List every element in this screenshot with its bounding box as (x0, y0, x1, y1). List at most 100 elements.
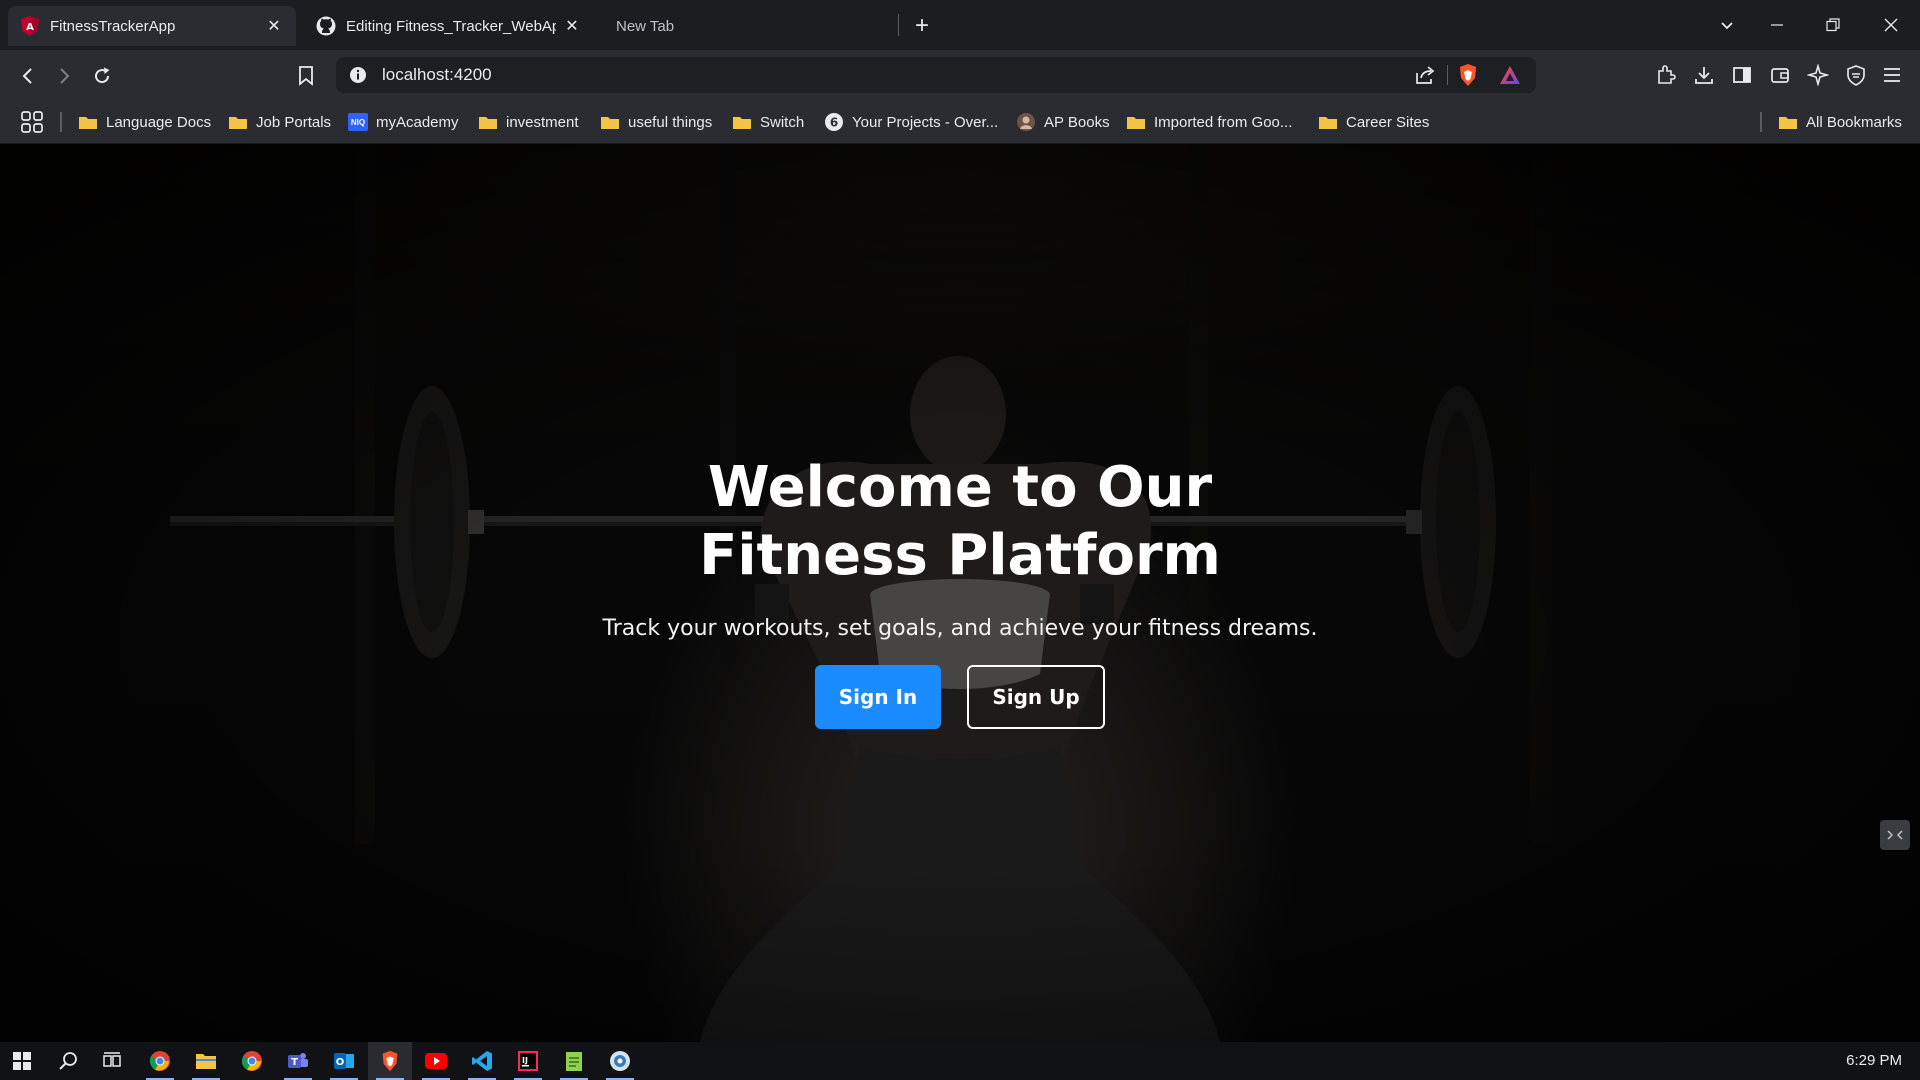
close-window-icon[interactable] (1876, 10, 1906, 40)
bookmark-label: Career Sites (1346, 113, 1430, 131)
bookmark-label: AP Books (1044, 113, 1110, 131)
apps-grid-icon[interactable] (20, 110, 44, 134)
tab-title: New Tab (616, 17, 675, 35)
bookmark-label: Job Portals (256, 113, 332, 131)
brave-rewards-icon[interactable] (1498, 63, 1522, 87)
share-icon[interactable] (1414, 64, 1436, 86)
hero-section: Welcome to Our Fitness Platform Track yo… (0, 454, 1920, 729)
back-icon[interactable] (14, 62, 42, 90)
minimize-icon[interactable] (1762, 10, 1792, 40)
bookmark-ap-books[interactable]: AP Books (1016, 108, 1110, 136)
svg-text:A: A (26, 22, 34, 33)
close-icon[interactable]: ✕ (264, 16, 284, 36)
vscode-icon[interactable] (460, 1042, 504, 1080)
six-icon: 6 (824, 113, 844, 131)
hero-title: Welcome to Our Fitness Platform (699, 455, 1221, 588)
hero-subtitle: Track your workouts, set goals, and achi… (602, 616, 1318, 641)
forward-icon[interactable] (50, 62, 78, 90)
browser-tab-strip: A FitnessTrackerApp ✕ Editing Fitness_Tr… (0, 0, 1920, 50)
app-icon[interactable] (598, 1042, 642, 1080)
tab-github-editing[interactable]: Editing Fitness_Tracker_WebApp ✕ (304, 6, 594, 46)
folder-icon (1318, 114, 1338, 130)
bookmark-imported-from-google[interactable]: Imported from Goo... (1126, 108, 1292, 136)
chrome-icon[interactable] (138, 1042, 182, 1080)
search-icon[interactable] (46, 1042, 90, 1080)
bookmark-career-sites[interactable]: Career Sites (1318, 108, 1429, 136)
folder-icon (228, 114, 248, 130)
brave-icon[interactable] (368, 1042, 412, 1080)
chrome-icon[interactable] (230, 1042, 274, 1080)
tab-new-tab[interactable]: New Tab (604, 6, 894, 46)
bookmark-divider (1760, 112, 1762, 132)
bookmarks-bar: Language Docs Job Portals NIQ myAcademy … (0, 100, 1920, 144)
bookmark-myacademy[interactable]: NIQ myAcademy (348, 108, 459, 136)
github-icon (316, 16, 336, 36)
svg-text:IJ: IJ (522, 1056, 528, 1065)
bookmark-investment[interactable]: investment (478, 108, 579, 136)
bookmark-switch[interactable]: Switch (732, 108, 804, 136)
avatar-icon (1016, 113, 1036, 131)
sidebar-icon[interactable] (1730, 63, 1754, 87)
bookmark-icon[interactable] (292, 62, 320, 90)
menu-icon[interactable] (1880, 63, 1904, 87)
bookmark-divider (60, 112, 62, 132)
bookmark-label: useful things (628, 113, 713, 131)
restore-icon[interactable] (1818, 10, 1848, 40)
tab-fitness-tracker-app[interactable]: A FitnessTrackerApp ✕ (8, 6, 296, 46)
address-bar[interactable]: localhost:4200 (336, 57, 1536, 93)
folder-icon (732, 114, 752, 130)
task-view-icon[interactable] (90, 1042, 134, 1080)
new-tab-button[interactable]: + (908, 12, 936, 40)
address-divider (1447, 65, 1448, 85)
bookmark-label: Language Docs (106, 113, 212, 131)
brave-shields-icon[interactable] (1456, 63, 1480, 87)
bookmark-language-docs[interactable]: Language Docs (78, 108, 211, 136)
tab-search-chevron-icon[interactable] (1712, 10, 1742, 40)
intellij-icon[interactable]: IJ (506, 1042, 550, 1080)
bookmark-label: Your Projects - Over... (852, 113, 999, 131)
svg-text:6: 6 (830, 116, 838, 130)
hero-actions: Sign In Sign Up (0, 665, 1920, 729)
angular-icon: A (20, 16, 40, 36)
bookmark-job-portals[interactable]: Job Portals (228, 108, 331, 136)
svg-text:O: O (336, 1057, 345, 1068)
tab-title: FitnessTrackerApp (50, 17, 176, 35)
youtube-icon[interactable] (414, 1042, 458, 1080)
folder-icon (1126, 114, 1146, 130)
outlook-icon[interactable]: O (322, 1042, 366, 1080)
windows-taskbar: T O IJ 6:29 PM (0, 1042, 1920, 1080)
vpn-shield-icon[interactable] (1844, 63, 1868, 87)
svg-text:T: T (291, 1057, 298, 1068)
bookmark-label: All Bookmarks (1806, 113, 1902, 131)
wallet-icon[interactable] (1768, 63, 1792, 87)
browser-toolbar: localhost:4200 (0, 50, 1920, 100)
sign-in-button[interactable]: Sign In (815, 665, 941, 729)
teams-icon[interactable]: T (276, 1042, 320, 1080)
folder-icon (78, 114, 98, 130)
tab-divider (898, 14, 899, 36)
tab-title: Editing Fitness_Tracker_WebApp (346, 17, 556, 35)
leo-ai-icon[interactable] (1806, 63, 1830, 87)
folder-icon (600, 114, 620, 130)
collapse-widget-icon[interactable] (1880, 820, 1910, 850)
notepad-icon[interactable] (552, 1042, 596, 1080)
folder-icon (478, 114, 498, 130)
site-info-icon[interactable] (348, 65, 368, 85)
bookmark-your-projects[interactable]: 6 Your Projects - Over... (824, 108, 998, 136)
page-viewport: Welcome to Our Fitness Platform Track yo… (0, 144, 1920, 1042)
bookmark-all-bookmarks[interactable]: All Bookmarks (1778, 108, 1902, 136)
folder-icon (1778, 114, 1798, 130)
sign-up-button[interactable]: Sign Up (967, 665, 1105, 729)
start-icon[interactable] (0, 1042, 44, 1080)
bookmark-label: Imported from Goo... (1154, 113, 1293, 131)
bookmark-label: Switch (760, 113, 805, 131)
file-explorer-icon[interactable] (184, 1042, 228, 1080)
close-icon[interactable]: ✕ (562, 16, 582, 36)
bookmark-label: investment (506, 113, 579, 131)
taskbar-clock[interactable]: 6:29 PM (1846, 1052, 1902, 1069)
bookmark-useful-things[interactable]: useful things (600, 108, 712, 136)
extensions-icon[interactable] (1654, 63, 1678, 87)
reload-icon[interactable] (88, 62, 116, 90)
address-text: localhost:4200 (382, 65, 492, 84)
download-icon[interactable] (1692, 63, 1716, 87)
